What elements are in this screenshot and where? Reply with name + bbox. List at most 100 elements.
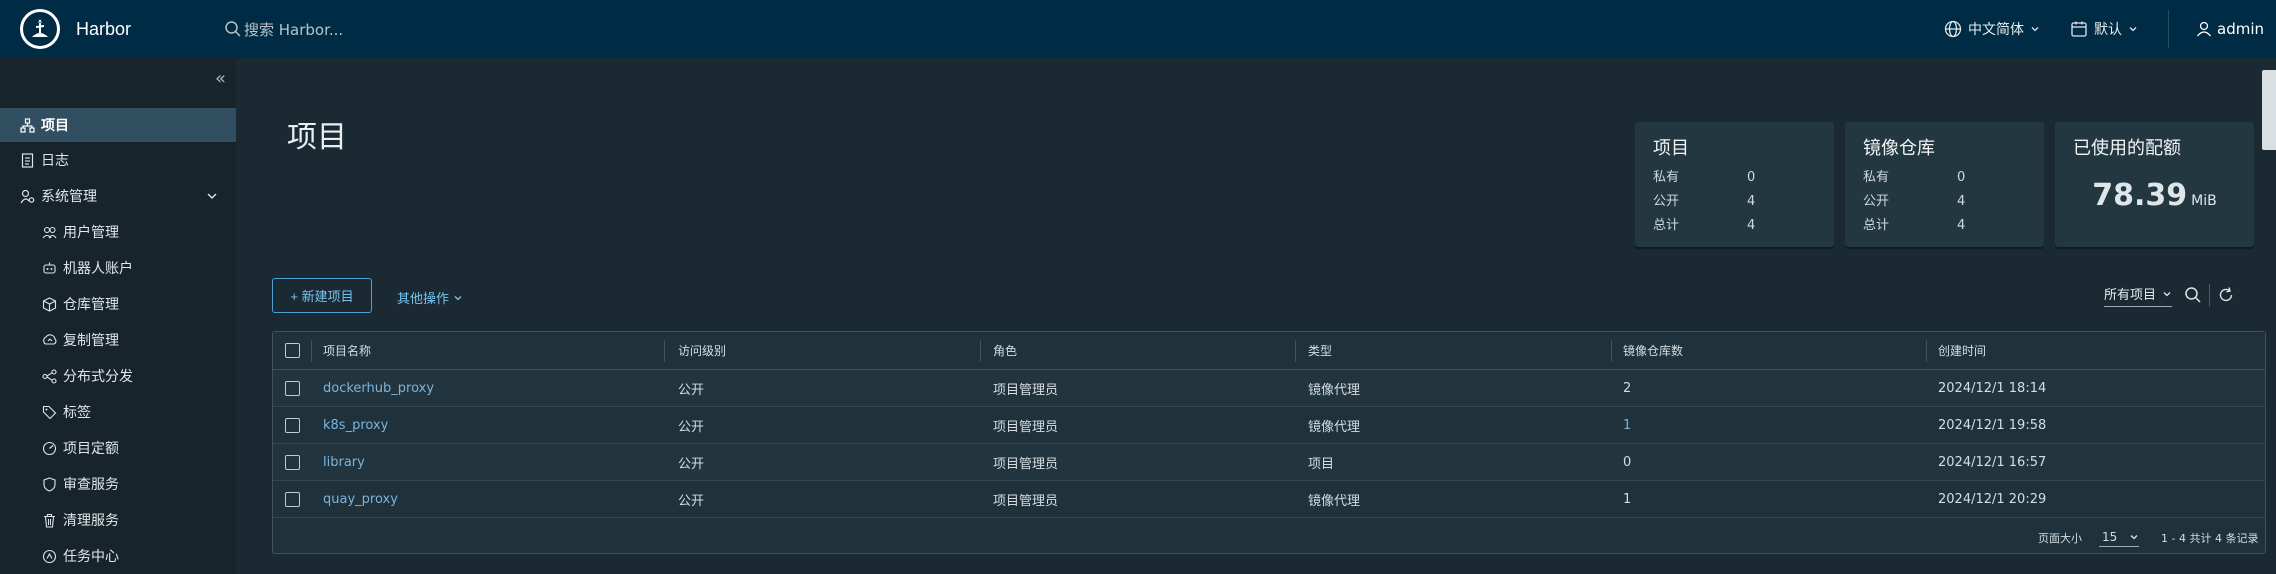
sidebar-item-clean-up[interactable]: 清理服务	[0, 503, 236, 537]
creation-time: 2024/12/1 18:14	[1938, 380, 2047, 396]
row-checkbox[interactable]	[285, 417, 300, 433]
date-format-label: 默认	[2094, 22, 2122, 38]
search-icon[interactable]	[2184, 286, 2202, 304]
sidebar-item-quotas[interactable]: 项目定额	[0, 431, 236, 465]
column-header-access[interactable]: 访问级别	[678, 342, 726, 359]
globe-icon	[1944, 20, 1962, 38]
sidebar-item-label: 日志	[41, 153, 69, 169]
users-icon	[42, 226, 57, 238]
project-type: 镜像代理	[1308, 493, 1361, 509]
repositories-summary-card: 镜像仓库 私有 0 公开 4 总计 4	[1845, 122, 2044, 247]
chevron-down-icon	[2163, 291, 2171, 296]
project-name-link[interactable]: library	[323, 455, 365, 470]
project-filter-select[interactable]: 所有项目	[2104, 284, 2173, 307]
table-row[interactable]: k8s_proxy 公开 项目管理员 镜像代理 1 2024/12/1 19:5…	[273, 407, 2265, 444]
page-size-select[interactable]: 15	[2099, 527, 2139, 547]
role: 项目管理员	[993, 419, 1059, 435]
collapse-sidebar-icon[interactable]: «	[215, 68, 226, 89]
more-operations-dropdown[interactable]: 其他操作	[397, 288, 463, 307]
sidebar-item-registries[interactable]: 仓库管理	[0, 287, 236, 321]
brand[interactable]: Harbor	[0, 0, 212, 58]
user-name: admin	[2217, 20, 2264, 38]
brand-name: Harbor	[76, 18, 132, 39]
sidebar-item-replications[interactable]: 复制管理	[0, 323, 236, 357]
refresh-icon[interactable]	[2217, 286, 2235, 304]
row-checkbox[interactable]	[285, 491, 300, 507]
projects-icon	[20, 117, 35, 133]
projects-table: 项目名称 访问级别 角色 类型 镜像仓库数 创建时间 dockerhub_pro…	[272, 331, 2266, 554]
quota-summary-card: 已使用的配额 78.39 MiB	[2055, 122, 2254, 247]
sidebar-item-label: 任务中心	[63, 549, 119, 565]
card-row: 总计 4	[1653, 218, 1756, 233]
tag-icon	[42, 405, 57, 419]
sidebar-item-label: 系统管理	[41, 189, 97, 205]
sidebar-item-labels[interactable]: 标签	[0, 395, 236, 429]
global-search[interactable]: 搜索 Harbor...	[224, 19, 343, 40]
date-format-selector[interactable]: 默认	[2070, 19, 2138, 39]
column-header-repo-count[interactable]: 镜像仓库数	[1623, 342, 1683, 359]
card-row: 公开 4	[1863, 194, 1966, 209]
repo-count: 0	[1623, 454, 1632, 470]
project-name-link[interactable]: dockerhub_proxy	[323, 381, 434, 396]
sidebar-item-label: 标签	[63, 405, 91, 421]
sidebar-item-label: 机器人账户	[63, 261, 133, 277]
card-title: 项目	[1653, 138, 1689, 159]
quota-value: 78.39 MiB	[2092, 178, 2217, 213]
access-level: 公开	[678, 456, 705, 472]
role: 项目管理员	[993, 493, 1059, 509]
sidebar-item-interrogation[interactable]: 审查服务	[0, 467, 236, 501]
sidebar-item-label: 复制管理	[63, 333, 119, 349]
sidebar-item-robot-accounts[interactable]: 机器人账户	[0, 251, 236, 285]
user-icon	[2196, 21, 2212, 37]
header-divider	[2168, 10, 2169, 48]
robot-icon	[43, 262, 56, 274]
calendar-icon	[2071, 21, 2087, 37]
creation-time: 2024/12/1 19:58	[1938, 417, 2047, 433]
repo-count: 2	[1623, 380, 1632, 396]
card-title: 已使用的配额	[2073, 138, 2181, 159]
sidebar-item-users[interactable]: 用户管理	[0, 215, 236, 249]
sidebar-item-projects[interactable]: 项目	[0, 108, 236, 142]
role: 项目管理员	[993, 382, 1059, 398]
chevron-down-icon	[2130, 534, 2138, 539]
top-header: Harbor 搜索 Harbor... 中文简体 默认 admin	[0, 0, 2276, 58]
page-size-label: 页面大小	[2038, 532, 2082, 545]
project-name-link[interactable]: k8s_proxy	[323, 418, 388, 433]
language-selector[interactable]: 中文简体	[1944, 19, 2040, 39]
page-title: 项目	[287, 120, 347, 155]
project-filter-value: 所有项目	[2104, 288, 2157, 303]
sidebar-item-job-service[interactable]: 任务中心	[0, 539, 236, 573]
column-header-type[interactable]: 类型	[1308, 342, 1332, 359]
row-checkbox[interactable]	[285, 380, 300, 396]
user-menu[interactable]: admin	[2195, 20, 2276, 38]
table-row[interactable]: quay_proxy 公开 项目管理员 镜像代理 1 2024/12/1 20:…	[273, 481, 2265, 518]
table-row[interactable]: dockerhub_proxy 公开 项目管理员 镜像代理 2 2024/12/…	[273, 370, 2265, 407]
sidebar-item-label: 用户管理	[63, 225, 119, 241]
trash-icon	[44, 513, 55, 528]
sidebar-item-distribution[interactable]: 分布式分发	[0, 359, 236, 393]
new-project-button[interactable]: + 新建项目	[272, 278, 372, 313]
column-header-name[interactable]: 项目名称	[323, 342, 371, 359]
sidebar-item-label: 仓库管理	[63, 297, 119, 313]
sidebar-item-system-admin[interactable]: 系统管理	[0, 179, 236, 213]
access-level: 公开	[678, 419, 705, 435]
table-footer: 页面大小 15 1 - 4 共计 4 条记录	[273, 519, 2265, 554]
repo-count: 1	[1623, 491, 1632, 507]
search-placeholder: 搜索 Harbor...	[244, 20, 344, 39]
column-header-role[interactable]: 角色	[993, 342, 1017, 359]
language-label: 中文简体	[1968, 22, 2024, 38]
replication-icon	[43, 333, 57, 345]
row-checkbox[interactable]	[285, 454, 300, 470]
table-row[interactable]: library 公开 项目管理员 项目 0 2024/12/1 16:57	[273, 444, 2265, 481]
registry-icon	[42, 296, 57, 312]
log-icon	[21, 152, 34, 168]
side-panel-tab[interactable]	[2262, 70, 2276, 150]
shield-icon	[43, 476, 56, 492]
column-header-created[interactable]: 创建时间	[1938, 342, 1986, 359]
project-name-link[interactable]: quay_proxy	[323, 492, 398, 507]
sidebar-item-logs[interactable]: 日志	[0, 143, 236, 177]
select-all-checkbox[interactable]	[285, 343, 300, 358]
sidebar-item-label: 项目	[41, 118, 69, 134]
repo-count[interactable]: 1	[1623, 418, 1631, 433]
role: 项目管理员	[993, 456, 1059, 472]
